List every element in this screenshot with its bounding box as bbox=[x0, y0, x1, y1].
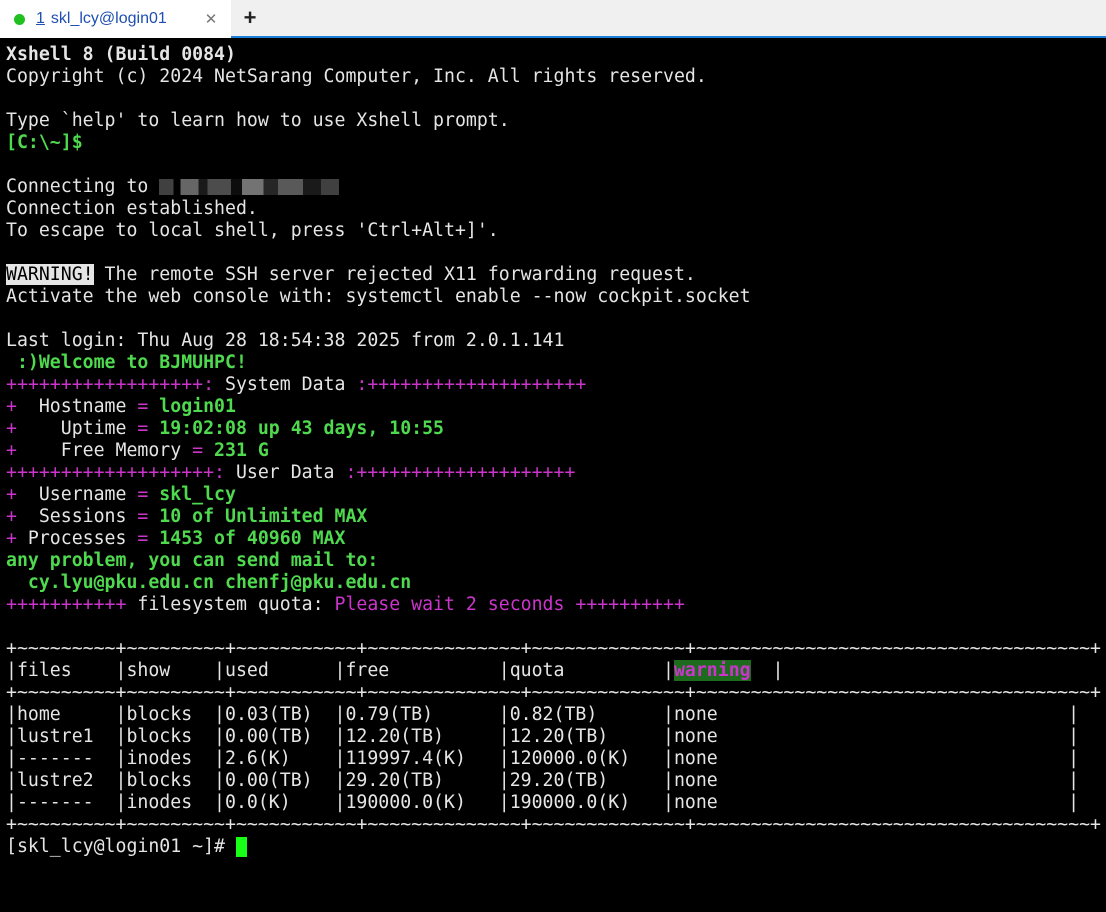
row-value: 1453 of 40960 MAX bbox=[148, 528, 346, 549]
help-hint-line: Type `help' to learn how to use Xshell p… bbox=[6, 110, 510, 131]
sessions-row: + Sessions = 10 of Unlimited MAX bbox=[6, 506, 1106, 528]
row-value: 19:02:08 up 43 days, 10:55 bbox=[148, 418, 445, 439]
redacted-host bbox=[159, 179, 340, 195]
banner-plus: +++++++++++++++++++: bbox=[6, 462, 225, 483]
row-plus: + bbox=[6, 396, 17, 417]
row-label: Uptime bbox=[16, 418, 138, 439]
tab-title: skl_lcy@login01 bbox=[50, 10, 167, 27]
banner-title: User Data bbox=[225, 462, 346, 483]
warning-text: The remote SSH server rejected X11 forwa… bbox=[93, 264, 696, 285]
quota-label: filesystem quota: bbox=[126, 594, 335, 615]
row-equals: = bbox=[137, 528, 149, 549]
system-data-banner: ++++++++++++++++++: System Data :+++++++… bbox=[6, 374, 1106, 396]
connected-status-icon bbox=[14, 13, 25, 25]
row-label: Username bbox=[16, 484, 138, 505]
row-equals: = bbox=[137, 506, 149, 527]
new-tab-button[interactable]: + bbox=[238, 4, 262, 32]
local-prompt: [C:\~]$ bbox=[6, 132, 83, 153]
tab-number: 1 bbox=[36, 10, 45, 27]
terminal-output[interactable]: Xshell 8 (Build 0084) Copyright (c) 2024… bbox=[6, 44, 1106, 910]
row-label: Hostname bbox=[16, 396, 138, 417]
table-row: |------- |inodes |2.6(K) |119997.4(K) |1… bbox=[6, 748, 1080, 769]
table-border-top: +~~~~~~~~~+~~~~~~~~~+~~~~~~~~~~~+~~~~~~~… bbox=[6, 638, 1101, 659]
row-plus: + bbox=[6, 528, 17, 549]
row-plus: + bbox=[6, 484, 17, 505]
terminal-cursor[interactable] bbox=[235, 837, 247, 857]
copyright-line: Copyright (c) 2024 NetSarang Computer, I… bbox=[6, 66, 707, 87]
tab-bar: 1 skl_lcy@login01 ✕ + bbox=[0, 0, 1106, 38]
table-row: |------- |inodes |0.0(K) |190000.0(K) |1… bbox=[6, 792, 1080, 813]
banner-plus: +++++++++++ bbox=[6, 594, 127, 615]
shell-prompt: [skl_lcy@login01 ~]# bbox=[6, 836, 236, 857]
cockpit-hint-line: Activate the web console with: systemctl… bbox=[6, 286, 751, 307]
banner-plus: :++++++++++++++++++++ bbox=[356, 374, 587, 395]
row-equals: = bbox=[137, 484, 149, 505]
warning-column-header: warning bbox=[673, 660, 751, 681]
row-equals: = bbox=[137, 418, 149, 439]
table-border-mid: +~~~~~~~~~+~~~~~~~~~+~~~~~~~~~~~+~~~~~~~… bbox=[6, 682, 1101, 703]
shell-prompt-line[interactable]: [skl_lcy@login01 ~]# bbox=[6, 836, 1106, 858]
table-header: |files |show |used |free |quota |warning… bbox=[6, 660, 1106, 682]
connecting-line: Connecting to bbox=[6, 176, 1106, 198]
row-equals: = bbox=[137, 396, 149, 417]
row-equals: = bbox=[192, 440, 204, 461]
table-row: |lustre2 |blocks |0.00(TB) |29.20(TB) |2… bbox=[6, 770, 1080, 791]
welcome-line: :)Welcome to BJMUHPC! bbox=[6, 352, 247, 373]
banner-title: System Data bbox=[214, 374, 357, 395]
table-border-bottom: +~~~~~~~~~+~~~~~~~~~+~~~~~~~~~~~+~~~~~~~… bbox=[6, 814, 1101, 835]
warning-label: WARNING! bbox=[6, 264, 94, 285]
row-value: 231 G bbox=[203, 440, 269, 461]
row-label: Processes bbox=[16, 528, 138, 549]
processes-row: + Processes = 1453 of 40960 MAX bbox=[6, 528, 1106, 550]
mail-addresses-line: cy.lyu@pku.edu.cn chenfj@pku.edu.cn bbox=[6, 572, 412, 593]
table-row: |lustre1 |blocks |0.00(TB) |12.20(TB) |1… bbox=[6, 726, 1080, 747]
hostname-row: + Hostname = login01 bbox=[6, 396, 1106, 418]
table-header-end: | bbox=[750, 660, 784, 681]
row-plus: + bbox=[6, 506, 17, 527]
row-plus: + bbox=[6, 418, 17, 439]
mail-hint-line: any problem, you can send mail to: bbox=[6, 550, 379, 571]
row-plus: + bbox=[6, 440, 17, 461]
connecting-text: Connecting to bbox=[6, 176, 160, 197]
free-memory-row: + Free Memory = 231 G bbox=[6, 440, 1106, 462]
user-data-banner: +++++++++++++++++++: User Data :++++++++… bbox=[6, 462, 1106, 484]
table-header-columns: |files |show |used |free |quota | bbox=[6, 660, 674, 681]
banner-plus: ++++++++++ bbox=[564, 594, 685, 615]
close-icon[interactable]: ✕ bbox=[199, 10, 223, 28]
xshell-version-line: Xshell 8 (Build 0084) bbox=[6, 44, 236, 65]
banner-plus: :++++++++++++++++++++ bbox=[345, 462, 576, 483]
row-value: login01 bbox=[148, 396, 236, 417]
row-value: skl_lcy bbox=[148, 484, 236, 505]
row-label: Sessions bbox=[16, 506, 138, 527]
uptime-row: + Uptime = 19:02:08 up 43 days, 10:55 bbox=[6, 418, 1106, 440]
row-label: Free Memory bbox=[16, 440, 193, 461]
row-value: 10 of Unlimited MAX bbox=[148, 506, 368, 527]
session-tab[interactable]: 1 skl_lcy@login01 ✕ bbox=[0, 0, 231, 38]
table-row: |home |blocks |0.03(TB) |0.79(TB) |0.82(… bbox=[6, 704, 1080, 725]
banner-plus: ++++++++++++++++++: bbox=[6, 374, 215, 395]
quota-wait: Please wait 2 seconds bbox=[334, 594, 565, 615]
username-row: + Username = skl_lcy bbox=[6, 484, 1106, 506]
escape-hint-line: To escape to local shell, press 'Ctrl+Al… bbox=[6, 220, 499, 241]
last-login-line: Last login: Thu Aug 28 18:54:38 2025 fro… bbox=[6, 330, 565, 351]
connection-established-line: Connection established. bbox=[6, 198, 258, 219]
quota-banner: +++++++++++ filesystem quota: Please wai… bbox=[6, 594, 1106, 616]
x11-warning-line: WARNING! The remote SSH server rejected … bbox=[6, 264, 1106, 286]
